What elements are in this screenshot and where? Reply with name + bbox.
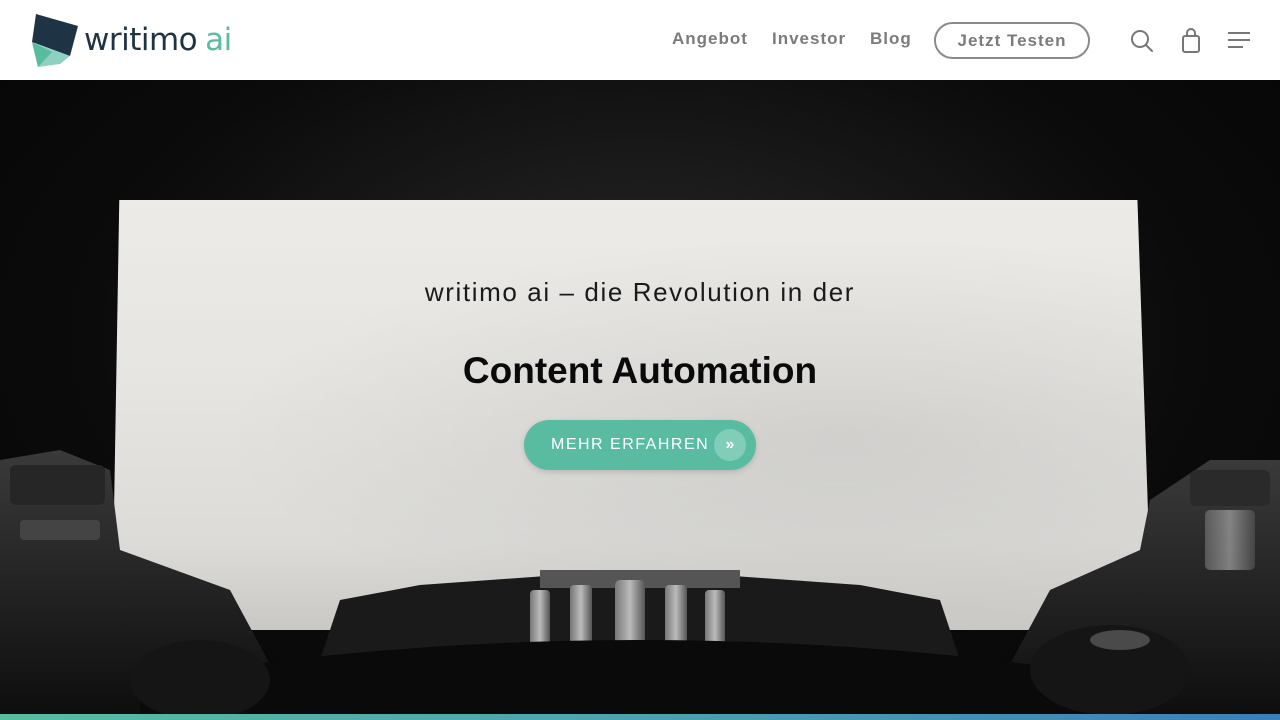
menu-icon[interactable] [1227,31,1251,56]
logo-wordmark: writimo [84,21,198,58]
shopping-bag-icon[interactable] [1181,28,1201,59]
nav-item-angebot[interactable]: Angebot [672,29,748,49]
hero-subtitle: writimo ai – die Revolution in der [424,277,856,307]
logo-wordmark-accent: ai [205,21,232,58]
double-chevron-right-icon: » [714,429,746,461]
search-icon[interactable] [1130,29,1154,58]
accent-bar [0,714,1280,720]
try-now-button[interactable]: Jetzt Testen [934,22,1090,59]
nav-item-blog[interactable]: Blog [870,29,912,49]
logo-mark-icon [32,14,78,67]
learn-more-label: MEHR ERFAHREN [551,436,710,453]
nav-item-investor[interactable]: Investor [772,29,846,49]
hero-title: Content Automation [462,350,818,391]
try-now-label: Jetzt Testen [957,30,1067,50]
typewriter-image [0,450,1280,720]
logo[interactable]: writimo ai [30,12,232,68]
learn-more-button[interactable]: MEHR ERFAHREN » [524,420,756,470]
site-header: writimo ai Angebot Investor Blog Jetzt T… [0,0,1280,80]
hero-section: writimo ai – die Revolution in der Conte… [0,80,1280,720]
